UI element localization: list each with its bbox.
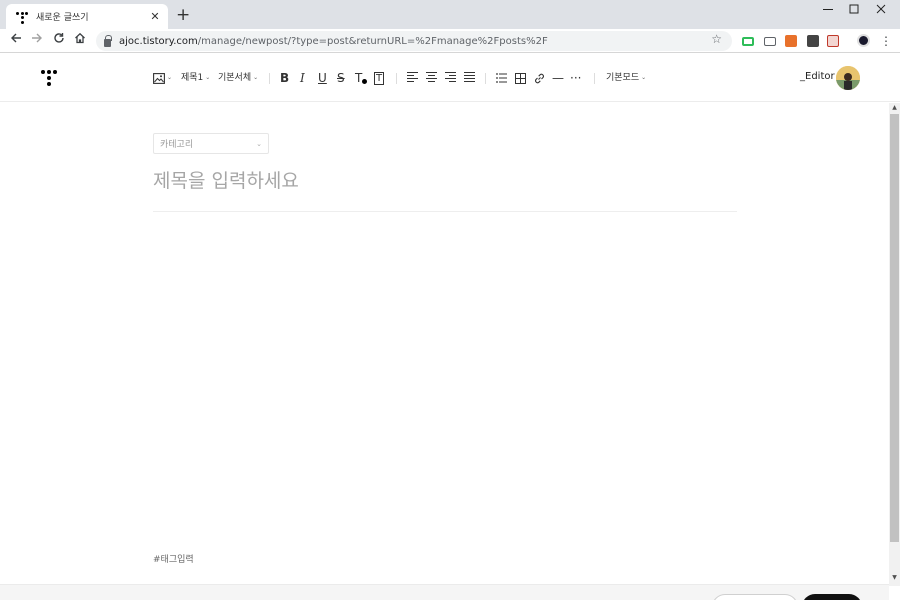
align-right-icon[interactable] [445,72,456,83]
browser-tab-strip: 새로운 글쓰기 ✕ + [0,0,900,29]
tistory-favicon-icon [16,11,28,24]
mode-dropdown[interactable]: 기본모드 ⌄ [606,70,646,86]
ext-pdf-icon[interactable] [827,35,839,47]
chevron-down-icon: ⌄ [256,139,262,148]
back-icon[interactable] [8,32,24,50]
scroll-down-icon[interactable]: ▼ [889,573,900,583]
reload-icon[interactable] [51,32,67,50]
horizontal-rule-button[interactable]: — [552,70,564,86]
avatar[interactable] [836,66,860,90]
maximize-icon[interactable] [844,2,864,18]
strikethrough-button[interactable]: S [337,70,345,86]
image-icon [153,72,165,84]
title-divider [153,211,737,212]
tag-input[interactable] [153,553,353,567]
temp-save-button[interactable] [712,594,798,600]
close-icon[interactable] [871,2,891,18]
text-background-button[interactable]: T [374,70,385,86]
table-icon [515,72,526,84]
ext-green-icon[interactable] [742,37,754,46]
color-dot-icon [362,78,368,84]
more-button[interactable]: ··· [570,70,581,86]
ext-fx-icon[interactable] [785,35,797,47]
toolbar-divider [269,73,270,84]
link-button[interactable] [534,70,545,86]
italic-button[interactable]: I [300,70,305,86]
forward-icon[interactable] [29,32,45,50]
browser-navbar: ajoc.tistory.com/manage/newpost/?type=po… [0,29,900,53]
table-button[interactable] [515,70,526,86]
font-dropdown[interactable]: 기본서체 ⌄ [218,70,258,86]
text-color-button[interactable]: T [355,70,368,86]
align-left-icon[interactable] [407,72,418,83]
toolbar-divider [396,73,397,84]
toolbar-divider [485,73,486,84]
tistory-logo-icon[interactable] [40,69,58,87]
tab-title: 새로운 글쓰기 [36,13,89,23]
underline-button[interactable]: U [318,70,327,86]
publish-button[interactable] [802,594,862,600]
title-input[interactable] [153,166,737,196]
align-center-icon[interactable] [426,72,437,83]
address-bar[interactable]: ajoc.tistory.com/manage/newpost/?type=po… [96,31,732,51]
link-icon [535,73,544,83]
category-dropdown[interactable]: 카테고리 ⌄ [153,133,269,154]
scroll-up-icon[interactable]: ▲ [889,103,900,113]
browser-tab[interactable]: 새로운 글쓰기 ✕ [6,4,168,29]
minimize-icon[interactable] [818,2,838,18]
home-icon[interactable] [72,32,88,50]
editor-toolbar: ⌄ 제목1⌄ 기본서체⌄ B I U S T T — ··· 기본모드⌄ [0,54,900,102]
lock-icon [104,34,112,47]
tab-close-icon[interactable]: ✕ [148,10,162,23]
menu-kebab-icon[interactable]: ⋮ [878,32,894,50]
bottom-action-bar [0,584,889,600]
toolbar-divider [594,73,595,84]
heading-dropdown[interactable]: 제목1 ⌄ [181,70,210,86]
ext-screen-icon[interactable] [764,37,776,46]
align-justify-icon[interactable] [464,72,475,83]
bookmark-star-icon[interactable]: ☆ [711,32,722,46]
url-text: ajoc.tistory.com/manage/newpost/?type=po… [119,35,548,47]
ext-dark-icon[interactable] [807,35,819,47]
editor-name-label: _Editor [800,71,835,82]
content-editor[interactable] [153,222,737,542]
list-button[interactable] [496,70,507,86]
bold-button[interactable]: B [280,70,289,86]
insert-image-button[interactable]: ⌄ [153,70,172,86]
list-icon [496,73,507,83]
profile-icon[interactable] [857,34,870,47]
new-tab-button[interactable]: + [176,5,190,25]
scrollbar-thumb[interactable] [890,114,899,542]
